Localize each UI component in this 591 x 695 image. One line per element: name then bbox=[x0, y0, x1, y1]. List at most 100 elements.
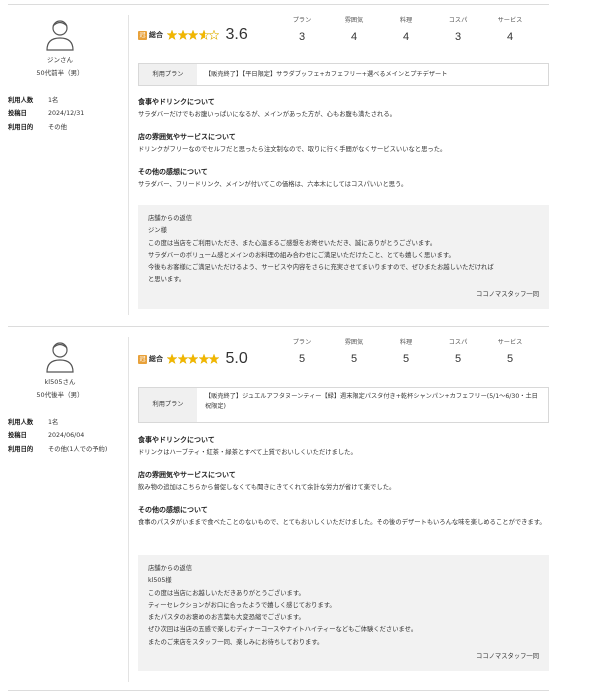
reply-line: と思います。 bbox=[148, 276, 186, 284]
overall-rating: 冠 総合 3.6 bbox=[138, 23, 248, 47]
reply-signature: ココノマスタッフ一同 bbox=[476, 290, 539, 298]
category-ratings: プラン 5 雰囲気 5 料理 5 コスパ 5 サービス 5 bbox=[276, 338, 536, 368]
meta-value: その他(1人での予約) bbox=[48, 445, 108, 453]
section-body: ドリンクがフリーなのでセルフだと思ったら注文制なので、取りに行く手間がなくサービ… bbox=[138, 145, 447, 153]
meta-row: 利用人数 1名 bbox=[8, 418, 118, 427]
meta-value: その他 bbox=[48, 123, 67, 131]
review-section: 食事やドリンクについて ドリンクはハーブティ・紅茶・緑茶とすべて上質でおいしくい… bbox=[138, 435, 549, 458]
star-icon bbox=[198, 30, 209, 40]
section-body: 食事のパスタがいままで食べたことのないもので、とてもおいしくいただけました。その… bbox=[138, 518, 546, 526]
star-icon bbox=[209, 354, 219, 364]
plan-box: 利用プラン 【販売終了】【平日限定】サラダブッフェ+カフェフリー+選べるメインと… bbox=[138, 63, 549, 86]
category-label: コスパ bbox=[448, 17, 468, 24]
category-rating: サービス 5 bbox=[484, 338, 536, 368]
section-body: ドリンクはハーブティ・紅茶・緑茶とすべて上質でおいしくいただけました。 bbox=[138, 448, 357, 456]
reviewer-meta: 利用人数 1名 投稿日 2024/12/31 利用日的 その他 bbox=[8, 96, 118, 136]
star-rating bbox=[167, 30, 220, 40]
section-title: その他の感想について bbox=[138, 168, 208, 176]
category-value: 3 bbox=[298, 31, 306, 44]
category-rating: 料理 5 bbox=[380, 338, 432, 368]
category-rating: プラン 3 bbox=[276, 16, 328, 46]
review-section: その他の感想について サラダバー、フリードリンク、メインが付いてこの価格は、六本… bbox=[138, 167, 549, 190]
meta-row: 利用人数 1名 bbox=[8, 96, 118, 105]
reply-line: ぜひ次回は当店の五感で楽しむディナーコースやナイトハイティーなどもご体験ください… bbox=[148, 626, 418, 634]
crown-icon: 冠 bbox=[138, 30, 147, 40]
reply-line: この度は当店にお越しいただきありがとうございます。 bbox=[148, 589, 305, 597]
column-divider bbox=[128, 337, 129, 682]
reply-line: ジン様 bbox=[148, 227, 167, 235]
review-section: その他の感想について 食事のパスタがいままで食べたことのないもので、とてもおいし… bbox=[138, 505, 549, 528]
reply-line: またパスタのお褒めのお言葉も大変恐縮でございます。 bbox=[148, 614, 305, 622]
section-body: サラダバーだけでもお腹いっぱいになるが、メインがあった方が、心もお腹も満たされる… bbox=[138, 110, 396, 118]
star-icon bbox=[188, 354, 198, 364]
plan-label: 利用プラン bbox=[139, 64, 197, 85]
reply-line: サラダバーのボリューム感とメインのお料理の組み合わせにご満足いただけたこと、とて… bbox=[148, 251, 455, 259]
category-rating: 雰囲気 4 bbox=[328, 16, 380, 46]
section-title: その他の感想について bbox=[138, 506, 208, 514]
plan-link[interactable]: 【販売終了】【平日限定】サラダブッフェ+カフェフリー+選べるメインとプチデザート bbox=[197, 64, 548, 85]
category-value: 5 bbox=[454, 353, 462, 366]
meta-value: 1名 bbox=[48, 97, 59, 104]
store-reply: 店舗からの返信 kl505様 この度は当店にお越しいただきありがとうございます。… bbox=[138, 555, 549, 672]
section-body: 飲み物の追加はこちらから督促しなくても聞きにきてくれて余計な労力が省けて楽でした… bbox=[138, 483, 396, 491]
reviewer-name: ジンさん bbox=[47, 56, 73, 64]
bottom-divider bbox=[8, 690, 549, 691]
review-section: 店の雰囲気やサービスについて ドリンクがフリーなのでセルフだと思ったら注文制なの… bbox=[138, 132, 549, 155]
category-value: 5 bbox=[402, 353, 410, 366]
crown-icon: 冠 bbox=[138, 354, 147, 364]
section-body: サラダバー、フリードリンク、メインが付いてこの価格は、六本木にしてはコスパいいと… bbox=[138, 180, 408, 188]
category-label: コスパ bbox=[448, 339, 468, 346]
reply-line: kl505様 bbox=[148, 577, 172, 585]
overall-score: 3.6 bbox=[225, 26, 248, 43]
overall-label: 総合 bbox=[149, 30, 163, 39]
reply-title: 店舗からの返信 bbox=[148, 565, 193, 572]
category-rating: プラン 5 bbox=[276, 338, 328, 368]
meta-value: 1名 bbox=[48, 419, 59, 426]
reviewer-meta: 利用人数 1名 投稿日 2024/06/04 利用日的 その他(1人での予約) bbox=[8, 418, 118, 458]
category-rating: 料理 4 bbox=[380, 16, 432, 46]
meta-key: 投稿日 bbox=[8, 432, 27, 440]
category-rating: 雰囲気 5 bbox=[328, 338, 380, 368]
meta-row: 投稿日 2024/06/04 bbox=[8, 431, 118, 440]
store-reply: 店舗からの返信 ジン様 この度は当店をご利用いただき、また心温まるご感想をお寄せ… bbox=[138, 205, 549, 309]
category-value: 3 bbox=[454, 31, 462, 44]
meta-row: 利用日的 その他 bbox=[8, 123, 118, 132]
category-value: 5 bbox=[298, 353, 306, 366]
star-icon bbox=[177, 354, 188, 364]
review-section: 店の雰囲気やサービスについて 飲み物の追加はこちらから督促しなくても聞きにきてく… bbox=[138, 470, 549, 493]
plan-label: 利用プラン bbox=[139, 388, 197, 422]
category-label: プラン bbox=[292, 17, 312, 24]
meta-key: 利用人数 bbox=[8, 97, 34, 104]
user-avatar-icon bbox=[46, 20, 74, 51]
star-icon bbox=[167, 30, 177, 40]
section-title: 食事やドリンクについて bbox=[138, 436, 215, 444]
review-section: 食事やドリンクについて サラダバーだけでもお腹いっぱいになるが、メインがあった方… bbox=[138, 97, 549, 120]
category-value: 4 bbox=[350, 31, 358, 44]
category-value: 5 bbox=[506, 353, 514, 366]
section-title: 食事やドリンクについて bbox=[138, 98, 215, 106]
star-icon bbox=[177, 30, 188, 40]
review-card: kl505さん 50代後半（男） 利用人数 1名 投稿日 2024/06/04 利用… bbox=[8, 327, 549, 687]
meta-key: 利用人数 bbox=[8, 419, 34, 426]
star-icon bbox=[198, 354, 209, 364]
reviewer-age: 50代後半（男） bbox=[36, 391, 84, 399]
overall-rating: 冠 総合 5.0 bbox=[138, 347, 248, 371]
star-icon bbox=[188, 30, 198, 40]
overall-label: 総合 bbox=[149, 354, 163, 363]
reply-line: 今後もお客様にご満足いただけるよう、サービスや内容をさらに充実させてまいりますの… bbox=[148, 264, 494, 272]
category-value: 4 bbox=[506, 31, 514, 44]
section-title: 店の雰囲気やサービスについて bbox=[138, 133, 236, 141]
user-avatar-icon bbox=[46, 342, 74, 373]
category-rating: コスパ 5 bbox=[432, 338, 484, 368]
star-icon bbox=[209, 30, 219, 40]
category-value: 5 bbox=[350, 353, 358, 366]
category-value: 4 bbox=[402, 31, 410, 44]
reply-line: この度は当店をご利用いただき、また心温まるご感想をお寄せいただき、誠にありがとう… bbox=[148, 239, 437, 247]
category-rating: コスパ 3 bbox=[432, 16, 484, 46]
category-label: 雰囲気 bbox=[344, 17, 364, 24]
meta-row: 投稿日 2024/12/31 bbox=[8, 109, 118, 118]
review-card: ジンさん 50代前半（男） 利用人数 1名 投稿日 2024/12/31 利用日的そ… bbox=[8, 5, 549, 323]
plan-link[interactable]: 【販売終了】ジュエルアフタヌーンティー【緑】週末限定パスタ付き+乾杯シャンパン+… bbox=[197, 388, 548, 422]
category-label: 料理 bbox=[399, 17, 413, 24]
meta-value: 2024/06/04 bbox=[48, 432, 85, 440]
